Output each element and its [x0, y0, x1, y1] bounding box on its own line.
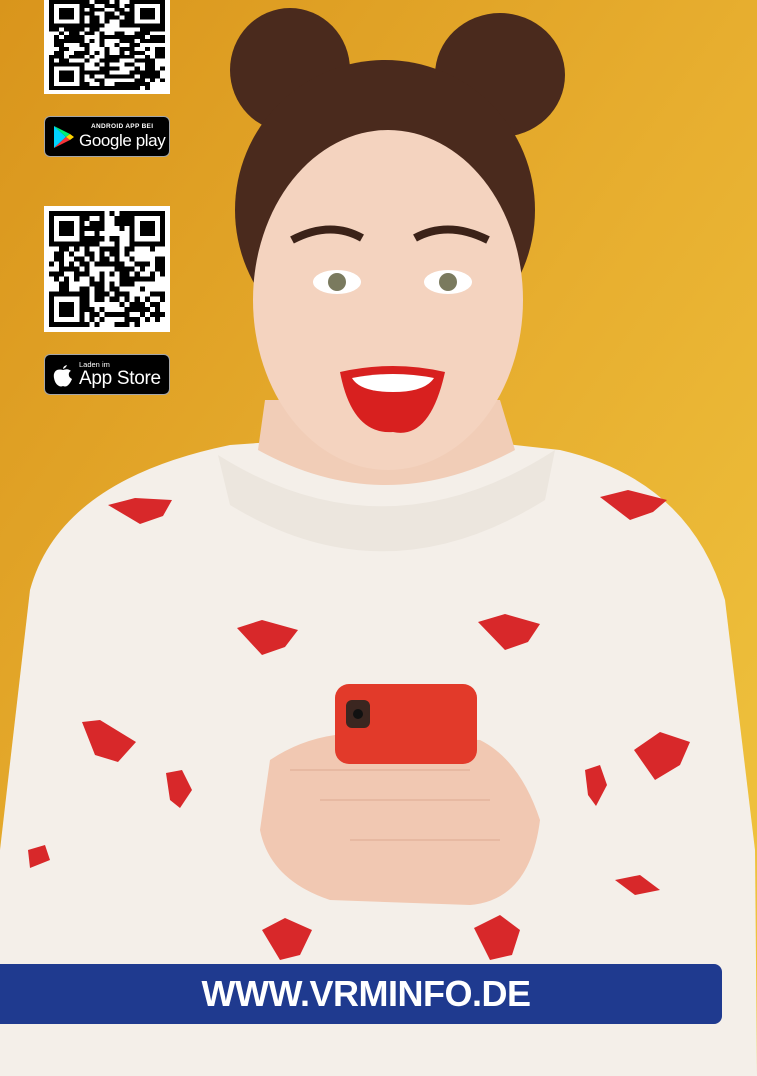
background-photo	[0, 0, 757, 1076]
website-url-text: WWW.VRMINFO.DE	[201, 973, 531, 1014]
app-store-badge[interactable]: Laden im App Store	[44, 354, 170, 395]
apple-badge-small-label: Laden im	[79, 359, 110, 369]
website-banner[interactable]: WWW.VRMINFO.DE	[0, 964, 722, 1024]
qr-code-icon	[44, 206, 170, 332]
qr-code-apple[interactable]	[44, 206, 170, 332]
google-play-badge[interactable]: ANDROID APP BEI Google play	[44, 116, 170, 157]
apple-icon	[53, 364, 72, 386]
qr-code-icon	[44, 0, 170, 94]
google-badge-small-label: ANDROID APP BEI	[91, 122, 154, 130]
google-play-icon	[54, 125, 74, 148]
qr-code-android[interactable]	[44, 0, 170, 94]
google-badge-big-label: Google play	[79, 131, 166, 151]
apple-badge-big-label: App Store	[79, 368, 161, 390]
